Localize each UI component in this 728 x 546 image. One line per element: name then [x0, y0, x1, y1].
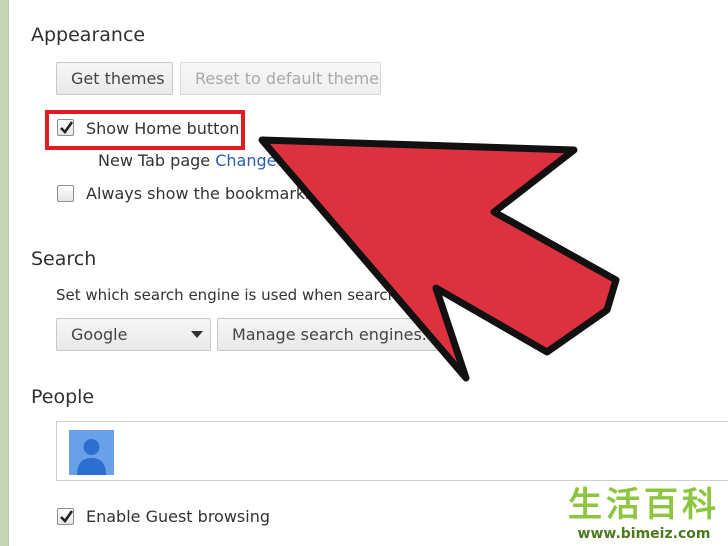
watermark-logo: 生活百科 www.bimeiz.com	[568, 486, 720, 542]
watermark-cjk: 生活百科	[568, 485, 720, 525]
watermark-url: www.bimeiz.com	[577, 526, 711, 542]
annotation-arrow-icon	[258, 136, 620, 382]
